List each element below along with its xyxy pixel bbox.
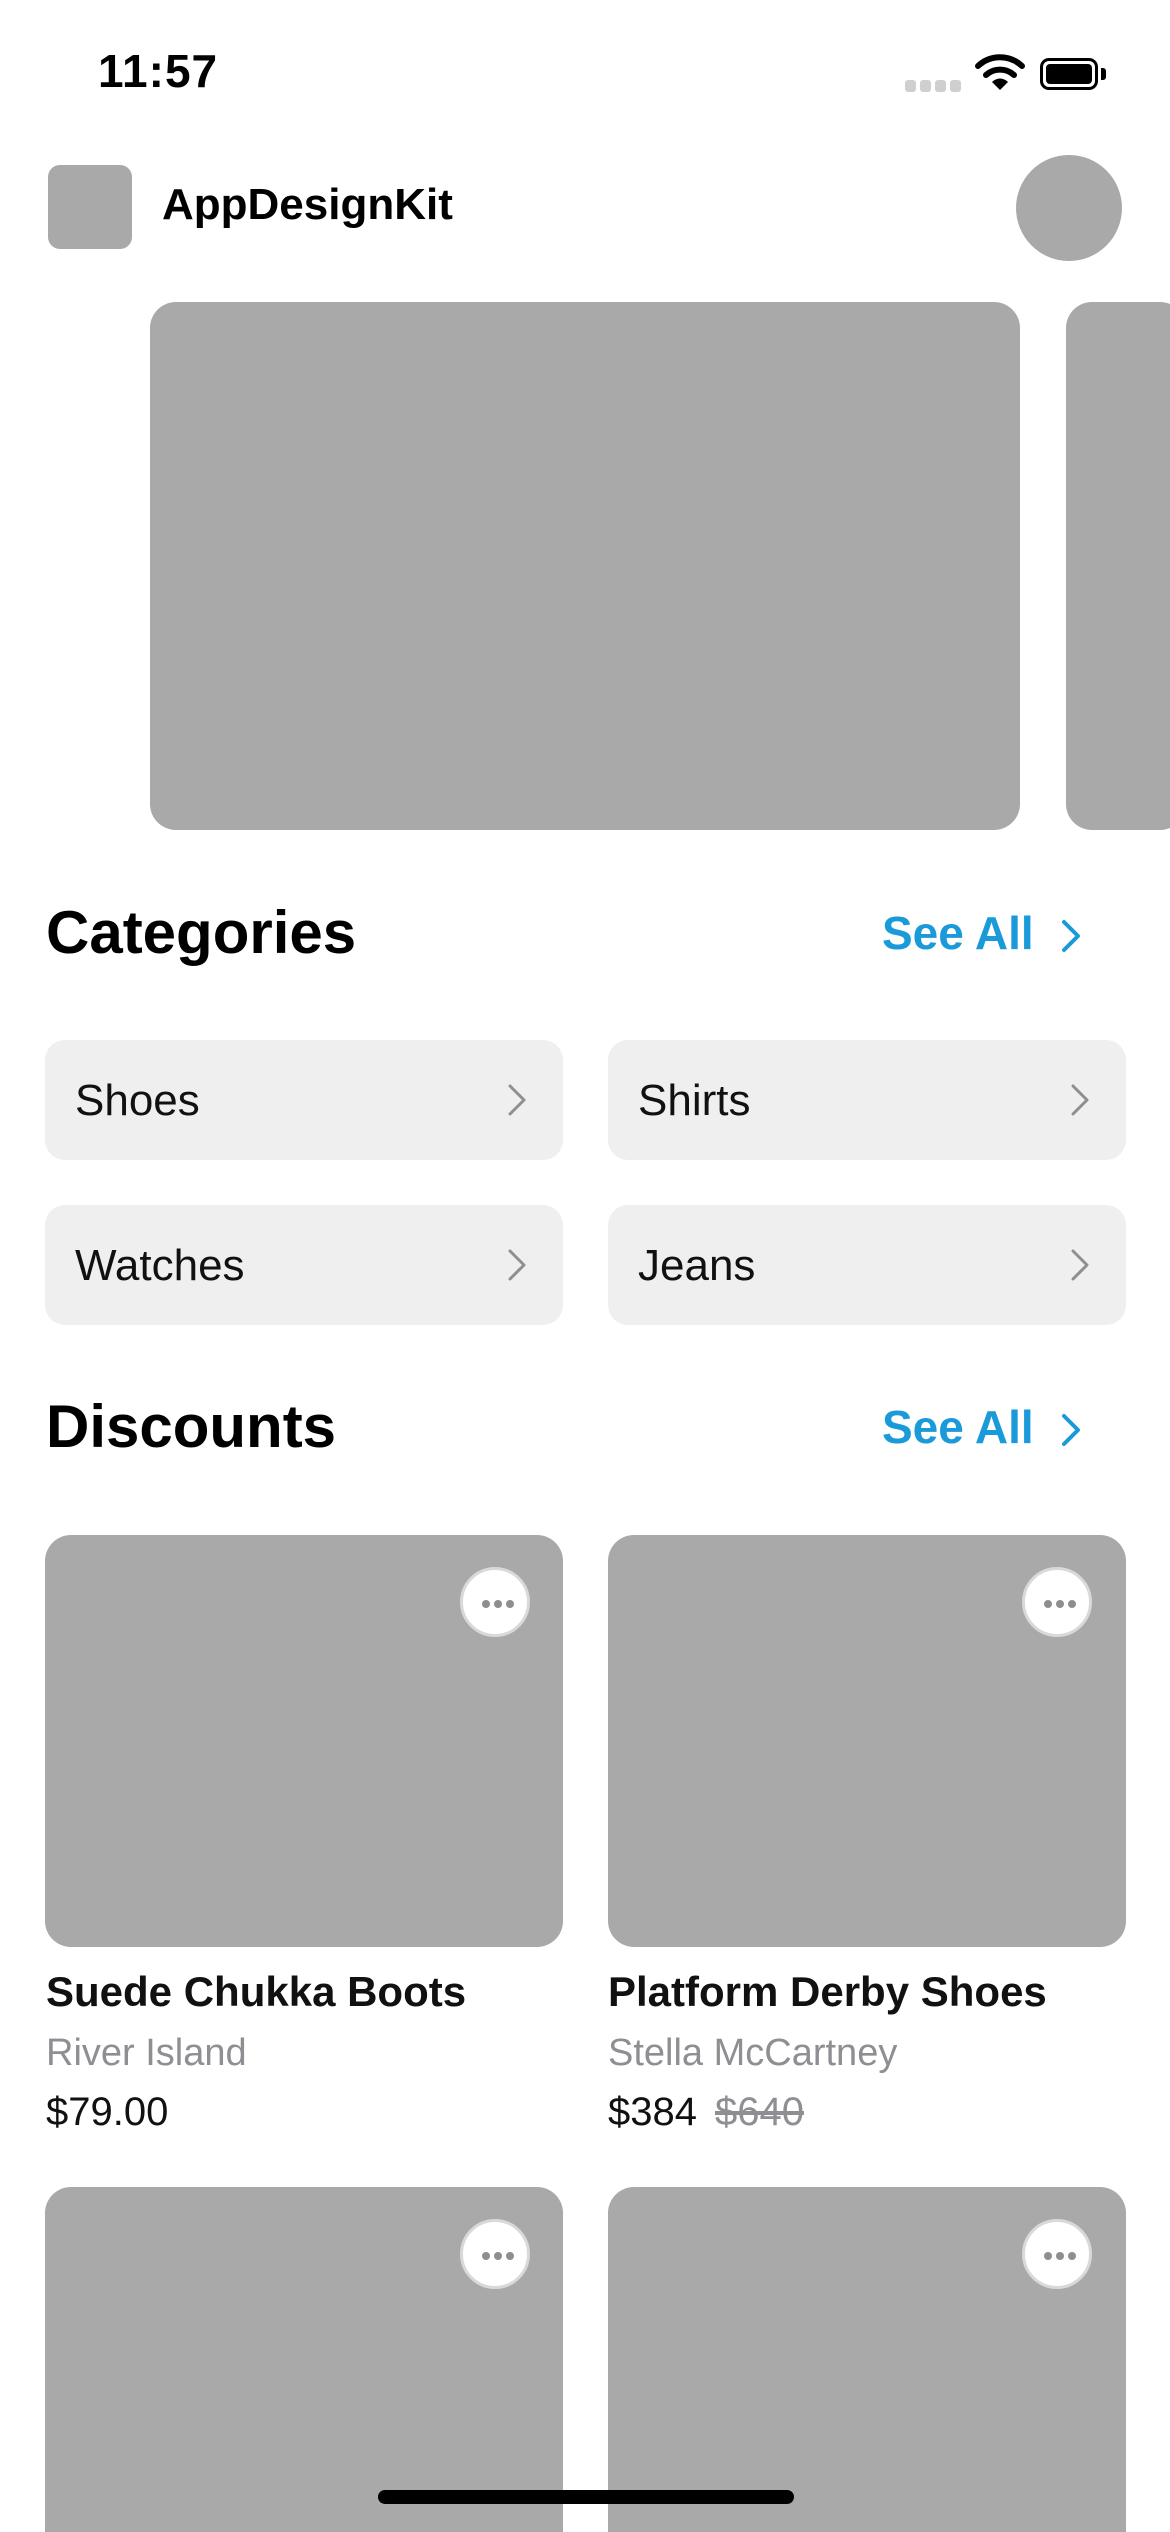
promo-banner-next[interactable] bbox=[1066, 302, 1170, 830]
categories-title: Categories bbox=[46, 899, 357, 966]
category-watches[interactable]: Watches bbox=[45, 1205, 563, 1325]
product-brand: Stella McCartney bbox=[608, 2032, 898, 2074]
category-label: Shirts bbox=[638, 1076, 751, 1125]
cellular-signal-icon bbox=[905, 80, 961, 92]
product-price: $384 bbox=[608, 2090, 697, 2134]
wifi-icon bbox=[975, 54, 1025, 90]
chevron-right-icon bbox=[508, 1249, 526, 1281]
product-brand: River Island bbox=[46, 2032, 247, 2074]
product-name[interactable]: Suede Chukka Boots bbox=[46, 1968, 466, 2016]
app-title: AppDesignKit bbox=[162, 180, 453, 229]
category-shirts[interactable]: Shirts bbox=[608, 1040, 1126, 1160]
profile-avatar[interactable] bbox=[1016, 155, 1122, 261]
chevron-right-icon bbox=[1062, 1414, 1080, 1446]
discounts-title: Discounts bbox=[46, 1393, 337, 1460]
category-shoes[interactable]: Shoes bbox=[45, 1040, 563, 1160]
product-menu-button[interactable] bbox=[460, 2219, 530, 2289]
chevron-right-icon bbox=[1062, 920, 1080, 952]
chevron-right-icon bbox=[508, 1084, 526, 1116]
home-indicator[interactable] bbox=[378, 2490, 794, 2504]
promo-banner[interactable] bbox=[150, 302, 1020, 830]
status-time: 11:57 bbox=[98, 45, 219, 97]
category-label: Shoes bbox=[75, 1076, 200, 1125]
product-original-price: $640 bbox=[714, 2090, 804, 2134]
product-price: $79.00 bbox=[46, 2090, 169, 2134]
product-menu-button[interactable] bbox=[460, 1567, 530, 1637]
product-menu-button[interactable] bbox=[1022, 2219, 1092, 2289]
chevron-right-icon bbox=[1071, 1249, 1089, 1281]
product-name[interactable]: Platform Derby Shoes bbox=[608, 1968, 1047, 2016]
category-jeans[interactable]: Jeans bbox=[608, 1205, 1126, 1325]
product-price-group: $384 $640 bbox=[608, 2090, 804, 2135]
app-logo bbox=[48, 165, 132, 249]
category-label: Jeans bbox=[638, 1241, 756, 1290]
product-menu-button[interactable] bbox=[1022, 1567, 1092, 1637]
chevron-right-icon bbox=[1071, 1084, 1089, 1116]
categories-see-all-button[interactable]: See All bbox=[882, 906, 1034, 960]
category-label: Watches bbox=[75, 1241, 245, 1290]
battery-icon bbox=[1040, 58, 1108, 90]
discounts-see-all-button[interactable]: See All bbox=[882, 1400, 1034, 1454]
